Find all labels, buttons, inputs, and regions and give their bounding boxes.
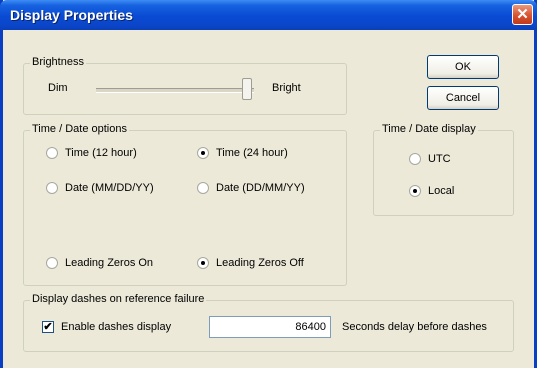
date-dmy-radio[interactable]: Date (DD/MM/YY) (197, 182, 305, 194)
enable-dashes-checkbox[interactable]: ✔ (42, 321, 54, 333)
close-icon: ✕ (516, 6, 529, 23)
radio-icon (409, 153, 421, 165)
time-date-display-group: Time / Date display (373, 123, 514, 216)
check-icon: ✔ (43, 321, 53, 333)
date-dmy-label: Date (DD/MM/YY) (216, 182, 305, 194)
brightness-legend: Brightness (30, 56, 86, 68)
brightness-slider-track[interactable] (96, 88, 254, 93)
leading-zeros-off-radio[interactable]: Leading Zeros Off (197, 257, 304, 269)
radio-selected-icon (197, 147, 209, 159)
radio-icon (197, 182, 209, 194)
leading-zeros-on-label: Leading Zeros On (65, 257, 154, 269)
radio-icon (46, 147, 58, 159)
dim-label: Dim (48, 82, 68, 94)
leading-zeros-on-radio[interactable]: Leading Zeros On (46, 257, 153, 269)
time-date-options-legend: Time / Date options (30, 123, 129, 135)
leading-zeros-off-label: Leading Zeros Off (216, 257, 304, 269)
title-bar[interactable]: Display Properties ✕ (0, 0, 537, 30)
radio-icon (46, 257, 58, 269)
dashes-legend: Display dashes on reference failure (30, 293, 207, 305)
bright-label: Bright (272, 82, 301, 94)
radio-icon (46, 182, 58, 194)
time-date-display-legend: Time / Date display (380, 123, 478, 135)
close-button[interactable]: ✕ (512, 4, 533, 25)
brightness-slider-thumb[interactable] (242, 78, 252, 100)
time-24-hour-label: Time (24 hour) (216, 147, 288, 159)
local-label: Local (428, 185, 455, 197)
ok-button[interactable]: OK (427, 55, 499, 79)
local-radio[interactable]: Local (409, 185, 454, 197)
time-12-hour-radio[interactable]: Time (12 hour) (46, 147, 137, 159)
window-title: Display Properties (10, 7, 133, 23)
cancel-button[interactable]: Cancel (427, 86, 499, 110)
utc-radio[interactable]: UTC (409, 153, 451, 165)
date-mdy-label: Date (MM/DD/YY) (65, 182, 154, 194)
time-24-hour-radio[interactable]: Time (24 hour) (197, 147, 288, 159)
time-12-hour-label: Time (12 hour) (65, 147, 137, 159)
date-mdy-radio[interactable]: Date (MM/DD/YY) (46, 182, 154, 194)
radio-selected-icon (409, 185, 421, 197)
utc-label: UTC (428, 153, 451, 165)
enable-dashes-label: Enable dashes display (61, 321, 172, 333)
radio-selected-icon (197, 257, 209, 269)
dashes-delay-input[interactable]: 86400 (209, 316, 331, 338)
dashes-delay-suffix: Seconds delay before dashes (342, 321, 487, 333)
